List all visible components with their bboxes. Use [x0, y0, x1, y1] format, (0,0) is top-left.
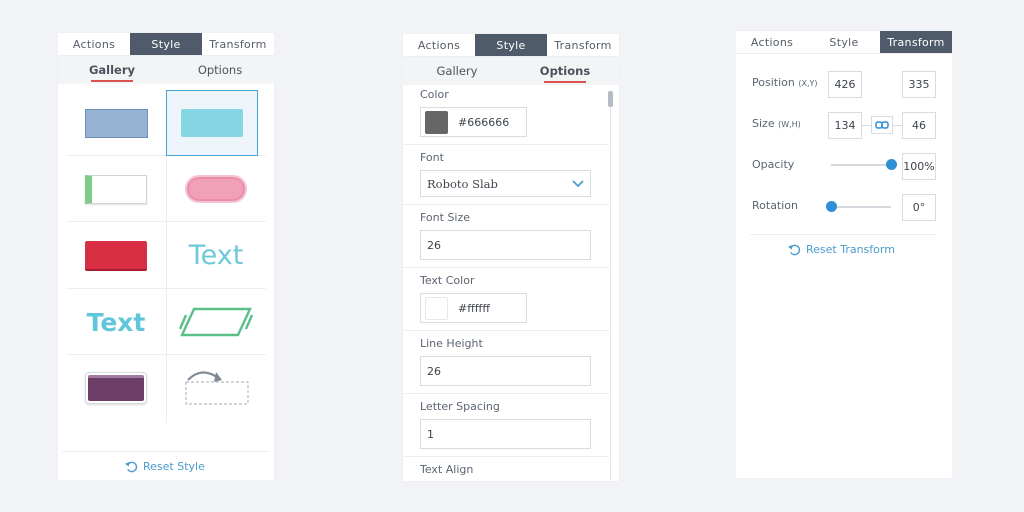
size-label-text: Size [752, 117, 775, 130]
panel-tabs: Actions Style Transform [58, 33, 274, 56]
font-label: Font [420, 151, 444, 164]
position-unit: (X,Y) [798, 79, 818, 88]
text-color-swatch[interactable] [425, 296, 448, 320]
reset-style-button[interactable]: Reset Style [125, 460, 205, 473]
scrollbar-track[interactable] [610, 91, 611, 481]
subtab-gallery[interactable]: Gallery [403, 57, 511, 85]
font-size-field: Font Size 26 [403, 205, 609, 268]
gallery-item-parallelogram[interactable] [166, 289, 266, 355]
divider [750, 234, 937, 235]
rotation-slider-handle[interactable] [825, 201, 837, 212]
gallery-text-label: Text [188, 239, 244, 271]
opacity-label: Opacity [752, 158, 795, 171]
text-color-field: Text Color #ffffff [403, 268, 609, 331]
line-height-input[interactable]: 26 [420, 356, 591, 386]
opacity-slider-track[interactable] [831, 164, 891, 166]
letter-spacing-field: Letter Spacing 1 [403, 394, 609, 457]
gallery-item-purple-card[interactable] [66, 355, 166, 421]
tab-actions[interactable]: Actions [403, 34, 475, 56]
subtab-options[interactable]: Options [511, 57, 619, 85]
gallery-item-blue-rect[interactable] [66, 90, 166, 156]
rotation-slider-track[interactable] [831, 206, 891, 208]
transform-panel: Actions Style Transform Position (X,Y) 4… [736, 31, 952, 478]
size-h-input[interactable]: 46 [902, 112, 936, 139]
color-swatch[interactable] [425, 110, 448, 134]
font-select[interactable]: Roboto Slab [420, 170, 591, 197]
style-panel-options: Actions Style Transform Gallery Options … [403, 34, 619, 481]
reset-style-label: Reset Style [143, 460, 205, 473]
tab-style[interactable]: Style [475, 34, 547, 56]
gallery-item-text-light[interactable]: Text [166, 222, 266, 288]
reset-transform-label: Reset Transform [806, 243, 895, 256]
position-x-input[interactable]: 426 [828, 71, 862, 98]
style-subtabs: Gallery Options [58, 56, 274, 84]
rotation-label: Rotation [752, 199, 799, 212]
subtab-options[interactable]: Options [166, 56, 274, 84]
font-size-input[interactable]: 26 [420, 230, 591, 260]
chevron-down-icon [572, 179, 584, 187]
letter-spacing-input[interactable]: 1 [420, 419, 591, 449]
letter-spacing-label: Letter Spacing [420, 400, 500, 413]
opacity-slider-handle[interactable] [885, 159, 897, 170]
text-align-label: Text Align [420, 463, 474, 476]
tab-transform[interactable]: Transform [202, 33, 274, 55]
color-value: #666666 [458, 115, 510, 129]
lock-ratio-button[interactable] [871, 116, 893, 134]
options-list[interactable]: Color #666666 Font Roboto Slab Font Size… [403, 84, 609, 481]
panel-tabs: Actions Style Transform [736, 31, 952, 54]
position-label-text: Position [752, 76, 795, 89]
style-panel-gallery: Actions Style Transform Gallery Options … [58, 33, 274, 480]
tab-actions[interactable]: Actions [58, 33, 130, 55]
font-size-label: Font Size [420, 211, 471, 224]
text-color-label: Text Color [420, 274, 475, 287]
text-color-input[interactable]: #ffffff [420, 293, 527, 323]
gallery-item-rotate[interactable] [166, 355, 266, 421]
rotate-dashed-icon [185, 371, 249, 405]
reset-icon [125, 461, 138, 473]
size-label: Size (W,H) [752, 117, 801, 130]
color-label: Color [420, 88, 449, 101]
subtab-gallery[interactable]: Gallery [58, 56, 166, 84]
line-height-label: Line Height [420, 337, 483, 350]
rotation-input[interactable]: 0° [902, 194, 936, 221]
text-align-field: Text Align [403, 457, 609, 481]
font-value: Roboto Slab [427, 176, 498, 191]
size-w-input[interactable]: 134 [828, 112, 862, 139]
opacity-input[interactable]: 100% [902, 153, 936, 180]
gallery-item-pink-pill[interactable] [166, 156, 266, 222]
style-subtabs: Gallery Options [403, 57, 619, 85]
tab-transform[interactable]: Transform [880, 31, 952, 53]
gallery-item-cyan-rect[interactable] [166, 90, 258, 156]
font-field: Font Roboto Slab [403, 145, 609, 205]
scrollbar-thumb[interactable] [608, 91, 613, 107]
text-color-value: #ffffff [458, 301, 490, 315]
link-icon [875, 121, 889, 129]
panel-tabs: Actions Style Transform [403, 34, 619, 57]
parallelogram-icon [178, 307, 254, 337]
line-height-field: Line Height 26 [403, 331, 609, 394]
gallery-item-green-border[interactable] [66, 156, 166, 222]
reset-transform-button[interactable]: Reset Transform [788, 243, 895, 256]
tab-actions[interactable]: Actions [736, 31, 808, 53]
tab-style[interactable]: Style [808, 31, 880, 53]
position-label: Position (X,Y) [752, 76, 818, 89]
color-input[interactable]: #666666 [420, 107, 527, 137]
gallery-item-red-rect[interactable] [66, 222, 166, 288]
gallery-item-text-bold[interactable]: Text [66, 289, 166, 355]
color-field: Color #666666 [403, 84, 609, 145]
tab-style[interactable]: Style [130, 33, 202, 55]
size-unit: (W,H) [778, 120, 801, 129]
tab-transform[interactable]: Transform [547, 34, 619, 56]
footer-divider [62, 451, 270, 452]
position-y-input[interactable]: 335 [902, 71, 936, 98]
reset-icon [788, 244, 801, 256]
gallery-text-label: Text [86, 307, 146, 337]
